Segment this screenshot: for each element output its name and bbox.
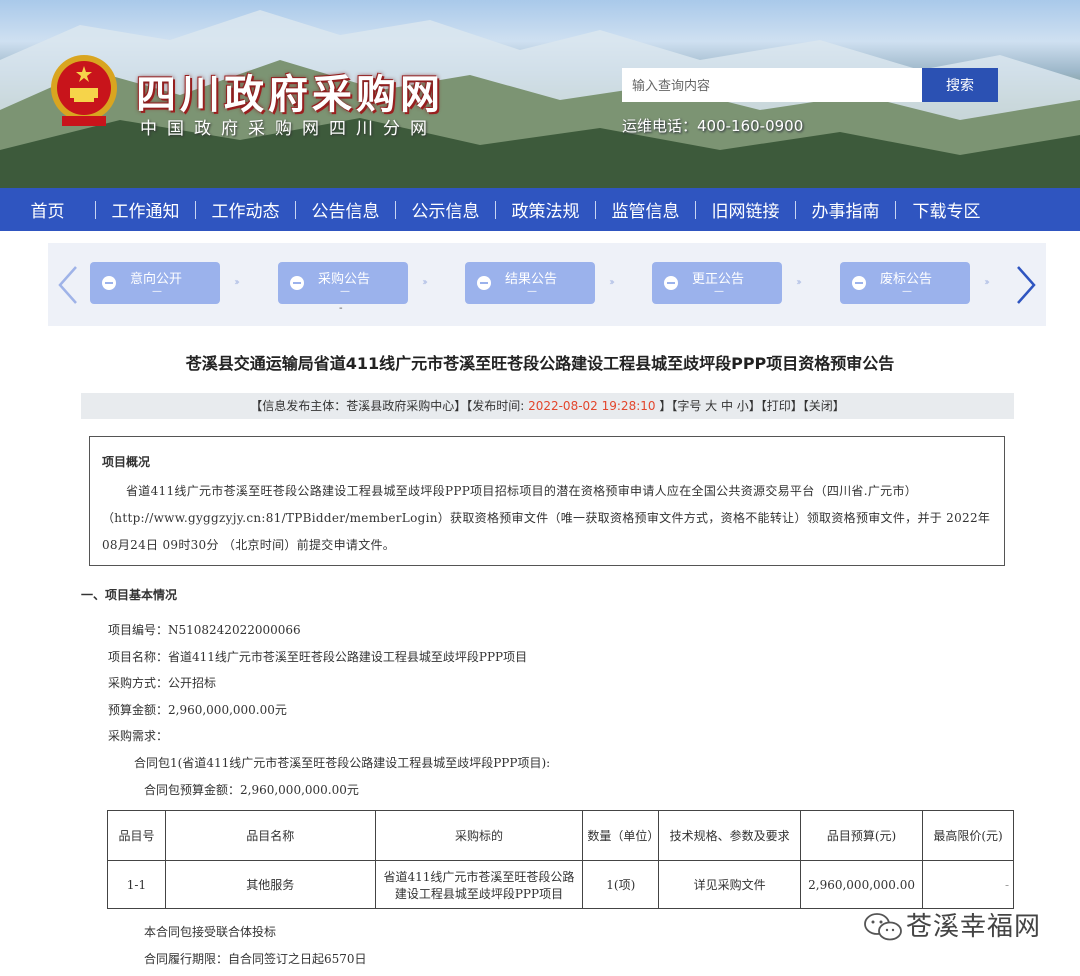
table-header-cell: 技术规格、参数及要求 bbox=[658, 810, 802, 861]
nav-item-public-info[interactable]: 公示信息 bbox=[396, 197, 495, 222]
table-cell: 1-1 bbox=[107, 860, 166, 909]
table-cell: 其他服务 bbox=[164, 860, 376, 909]
step-procurement-notice[interactable]: 采购公告 — bbox=[278, 262, 408, 304]
project-overview-box: 项目概况 省道411线广元市苍溪至旺苍段公路建设工程县城至歧坪段PPP项目招标项… bbox=[89, 436, 1005, 566]
step-intent-public[interactable]: 意向公开 — bbox=[90, 262, 220, 304]
step-result-notice[interactable]: 结果公告 — bbox=[465, 262, 595, 304]
section-heading: 一、项目基本情况 bbox=[81, 588, 178, 602]
table-cell: 省道411线广元市苍溪至旺苍段公路建设工程县城至歧坪段PPP项目 bbox=[374, 860, 584, 909]
project-name: 项目名称：省道411线广元市苍溪至旺苍段公路建设工程县城至歧坪段PPP项目 bbox=[108, 650, 528, 664]
nav-item-downloads[interactable]: 下载专区 bbox=[896, 197, 997, 222]
step-label: 采购公告 bbox=[318, 272, 371, 287]
minus-circle-icon bbox=[664, 276, 678, 290]
nav-item-old-site[interactable]: 旧网链接 bbox=[696, 197, 795, 222]
step-label: 结果公告 bbox=[505, 272, 558, 287]
wechat-icon bbox=[864, 913, 902, 941]
site-subtitle: 中国政府采购网四川分网 bbox=[140, 119, 437, 139]
nav-item-supervision[interactable]: 监管信息 bbox=[596, 197, 695, 222]
table-header-row: 品目号 品目名称 采购标的 数量（单位） 技术规格、参数及要求 品目预算(元) … bbox=[107, 810, 1014, 861]
site-title: 四川政府采购网 bbox=[136, 71, 444, 118]
table-cell: 1(项) bbox=[582, 860, 660, 909]
items-table: 品目号 品目名称 采购标的 数量（单位） 技术规格、参数及要求 品目预算(元) … bbox=[107, 810, 1014, 909]
table-header-cell: 最高限价(元) bbox=[922, 810, 1014, 861]
step-sub: — bbox=[340, 286, 350, 297]
meta-actions[interactable]: 】【字号 大 中 小】【打印】【关闭】 bbox=[659, 399, 844, 413]
hotline-text: 运维电话：400-160-0900 bbox=[622, 117, 804, 135]
step-sub: — bbox=[527, 286, 537, 297]
article-meta-bar: 【信息发布主体：苍溪县政府采购中心】【发布时间: 2022-08-02 19:2… bbox=[81, 393, 1014, 419]
search-input[interactable] bbox=[622, 68, 922, 102]
table-header-cell: 数量（单位） bbox=[582, 810, 659, 861]
notice-type-carousel: 意向公开 — ››› 采购公告 — ››› 结果公告 — ››› 更正公告 — … bbox=[48, 243, 1046, 326]
double-chevron-right-icon: ››› bbox=[796, 277, 802, 288]
table-header-cell: 采购标的 bbox=[374, 810, 584, 861]
double-chevron-right-icon: ››› bbox=[609, 277, 615, 288]
consortium-note: 本合同包接受联合体投标 bbox=[144, 925, 277, 939]
article-title: 苍溪县交通运输局省道411线广元市苍溪至旺苍段公路建设工程县城至歧坪段PPP项目… bbox=[185, 354, 895, 373]
meta-publisher: 【信息发布主体：苍溪县政府采购中心】【发布时间: bbox=[250, 399, 525, 413]
watermark-text: 苍溪幸福网 bbox=[906, 912, 1042, 942]
step-sub: — bbox=[714, 286, 724, 297]
step-label: 废标公告 bbox=[880, 272, 933, 287]
package-budget: 合同包预算金额：2,960,000,000.00元 bbox=[144, 783, 359, 797]
minus-circle-icon bbox=[290, 276, 304, 290]
table-header-cell: 品目名称 bbox=[164, 810, 376, 861]
search-button[interactable]: 搜索 bbox=[922, 68, 998, 102]
step-label: 更正公告 bbox=[692, 272, 745, 287]
chevron-right-icon[interactable] bbox=[1014, 265, 1038, 305]
main-nav: 首页 工作通知 工作动态 公告信息 公示信息 政策法规 监管信息 旧网链接 办事… bbox=[0, 188, 1080, 231]
table-cell: - bbox=[922, 860, 1014, 909]
nav-item-announcements[interactable]: 公告信息 bbox=[296, 197, 395, 222]
chevron-left-icon[interactable] bbox=[56, 265, 80, 305]
national-emblem-icon bbox=[51, 55, 117, 126]
double-chevron-right-icon: ››› bbox=[984, 277, 990, 288]
double-chevron-right-icon: ››› bbox=[234, 277, 240, 288]
step-cancel-notice[interactable]: 废标公告 — bbox=[840, 262, 970, 304]
minus-circle-icon bbox=[852, 276, 866, 290]
minus-circle-icon bbox=[477, 276, 491, 290]
table-header-cell: 品目预算(元) bbox=[800, 810, 924, 861]
nav-item-policies[interactable]: 政策法规 bbox=[496, 197, 595, 222]
nav-item-work-notice[interactable]: 工作通知 bbox=[96, 197, 195, 222]
active-step-marker: - bbox=[339, 303, 343, 314]
nav-item-work-news[interactable]: 工作动态 bbox=[196, 197, 295, 222]
step-sub: — bbox=[902, 286, 912, 297]
nav-item-guide[interactable]: 办事指南 bbox=[796, 197, 895, 222]
double-chevron-right-icon: ››› bbox=[422, 277, 428, 288]
site-header: 四川政府采购网 中国政府采购网四川分网 搜索 运维电话：400-160-0900 bbox=[0, 0, 1080, 188]
procurement-method: 采购方式：公开招标 bbox=[108, 676, 217, 690]
contract-period: 合同履行期限：自合同签订之日起6570日 bbox=[144, 952, 367, 966]
nav-item-home[interactable]: 首页 bbox=[0, 197, 95, 222]
meta-publish-time: 2022-08-02 19:28:10 bbox=[528, 399, 656, 413]
contract-package: 合同包1(省道411线广元市苍溪至旺苍段公路建设工程县城至歧坪段PPP项目): bbox=[134, 756, 551, 770]
table-row: 1-1 其他服务 省道411线广元市苍溪至旺苍段公路建设工程县城至歧坪段PPP项… bbox=[107, 860, 1014, 909]
overview-heading: 项目概况 bbox=[102, 455, 151, 469]
table-cell: 详见采购文件 bbox=[658, 860, 802, 909]
overview-text: 省道411线广元市苍溪至旺苍段公路建设工程县城至歧坪段PPP项目招标项目的潜在资… bbox=[102, 484, 991, 552]
step-sub: — bbox=[152, 286, 162, 297]
project-number: 项目编号：N5108242022000066 bbox=[108, 623, 301, 637]
procurement-requirements: 采购需求： bbox=[108, 729, 169, 743]
step-label: 意向公开 bbox=[130, 272, 183, 287]
step-correction-notice[interactable]: 更正公告 — bbox=[652, 262, 782, 304]
table-cell: 2,960,000,000.00 bbox=[800, 860, 924, 909]
table-header-cell: 品目号 bbox=[107, 810, 166, 861]
minus-circle-icon bbox=[102, 276, 116, 290]
budget-amount: 预算金额：2,960,000,000.00元 bbox=[108, 703, 287, 717]
